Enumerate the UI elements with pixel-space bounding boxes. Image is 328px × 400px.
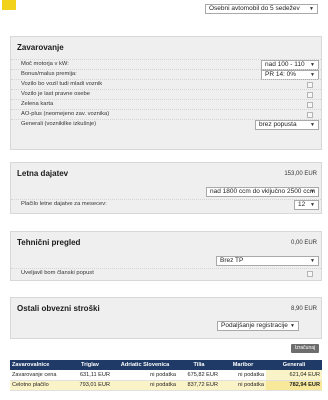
inspection-type-row: Brez TP ▼ <box>11 254 321 268</box>
engine-power-value: nad 100 - 110 <box>265 61 305 68</box>
green-card-label: Zelena karta <box>21 101 54 107</box>
monthly-payment-select[interactable]: 12 ▼ <box>294 200 319 210</box>
cell-tilia: 675,82 EUR <box>178 370 220 381</box>
cell-generali: 782,94 EUR <box>266 380 322 391</box>
row-label: Celotno plačilo <box>10 380 68 391</box>
comparison-table: Zavarovalnice Triglav Adriatic Slovenica… <box>10 360 322 391</box>
table-row: Zavarovanje cena 631,11 EUR ni podatka 6… <box>10 370 322 381</box>
technical-inspection-header: Tehnični pregled 0,00 EUR <box>11 232 321 254</box>
brand-mark <box>2 0 16 10</box>
bonus-malus-value: PR 14: 0% <box>265 71 297 78</box>
chevron-down-icon: ▼ <box>310 62 315 68</box>
green-card-row: Zelena karta <box>11 99 321 109</box>
other-costs-header: Ostali obvezni stroški 8,90 EUR <box>11 298 321 320</box>
vehicle-type-value: Osebni avtomobil do 5 sedežev <box>209 5 300 12</box>
chevron-down-icon: ▼ <box>310 122 315 128</box>
generali-discount-value: brez popusta <box>259 121 297 128</box>
annual-fee-panel: Letna dajatev 153,00 EUR nad 1800 ccm do… <box>10 162 322 214</box>
chevron-down-icon: ▼ <box>310 72 315 78</box>
bonus-malus-row: Bonus/malus premija: PR 14: 0% ▼ <box>11 69 321 80</box>
cell-adriatic: ni podatka <box>112 380 178 391</box>
column-header-tilia: Tilia <box>178 360 220 370</box>
ao-plus-checkbox[interactable] <box>307 112 313 118</box>
chevron-down-icon: ▼ <box>310 258 315 264</box>
engine-capacity-value: nad 1800 ccm do vključno 2500 ccm <box>210 188 316 195</box>
calculate-button[interactable]: Izračunaj <box>291 344 319 353</box>
generali-discount-select[interactable]: brez popusta ▼ <box>255 120 319 130</box>
comparison-header-row: Zavarovalnice Triglav Adriatic Slovenica… <box>10 360 322 370</box>
column-header-adriatic: Adriatic Slovenica <box>112 360 178 370</box>
column-header-triglav: Triglav <box>68 360 112 370</box>
cell-maribor: ni podatka <box>220 370 266 381</box>
chevron-down-icon: ▼ <box>290 323 295 329</box>
technical-inspection-title: Tehnični pregled <box>17 238 81 247</box>
insurance-header: Zavarovanje <box>11 37 321 59</box>
other-costs-title: Ostali obvezni stroški <box>17 304 100 313</box>
other-costs-amount: 8,90 EUR <box>290 306 317 312</box>
registration-value: Podaljšanje registracije <box>221 322 288 329</box>
young-driver-label: Vozilo bo vozil tudi mladi voznik <box>21 81 103 87</box>
member-discount-checkbox[interactable] <box>307 271 313 277</box>
engine-capacity-row: nad 1800 ccm do vključno 2500 ccm ▼ <box>11 185 321 199</box>
annual-fee-amount: 153,00 EUR <box>284 171 317 177</box>
engine-power-row: Moč motorja v kW: nad 100 - 110 ▼ <box>11 59 321 70</box>
legal-entity-checkbox[interactable] <box>307 92 313 98</box>
chevron-down-icon: ▼ <box>310 189 315 195</box>
inspection-type-value: Brez TP <box>220 257 244 264</box>
engine-power-label: Moč motorja v kW: <box>21 61 69 67</box>
monthly-payment-label: Plačilo letne dajatve za mesecev: <box>21 201 107 207</box>
technical-inspection-panel: Tehnični pregled 0,00 EUR Brez TP ▼ Uvel… <box>10 231 322 281</box>
vehicle-type-select[interactable]: Osebni avtomobil do 5 sedežev ▼ <box>205 4 318 14</box>
annual-fee-title: Letna dajatev <box>17 169 69 178</box>
insurance-panel: Zavarovanje Moč motorja v kW: nad 100 - … <box>10 36 322 150</box>
annual-fee-header: Letna dajatev 153,00 EUR <box>11 163 321 185</box>
cell-adriatic: ni podatka <box>112 370 178 381</box>
cell-tilia: 837,72 EUR <box>178 380 220 391</box>
cell-generali: 621,04 EUR <box>266 370 322 381</box>
monthly-payment-value: 12 <box>298 201 306 208</box>
green-card-checkbox[interactable] <box>307 102 313 108</box>
table-row: Celotno plačilo 793,01 EUR ni podatka 83… <box>10 380 322 391</box>
cell-triglav: 631,11 EUR <box>68 370 112 381</box>
generali-row: Generali (voznikilke izkušnje) brez popu… <box>11 119 321 130</box>
other-costs-panel: Ostali obvezni stroški 8,90 EUR Podaljša… <box>10 297 322 339</box>
young-driver-row: Vozilo bo vozil tudi mladi voznik <box>11 79 321 89</box>
cell-maribor: ni podatka <box>220 380 266 391</box>
engine-capacity-select[interactable]: nad 1800 ccm do vključno 2500 ccm ▼ <box>206 187 319 197</box>
chevron-down-icon: ▼ <box>309 6 314 12</box>
row-label: Zavarovanje cena <box>10 370 68 381</box>
legal-entity-row: Vozilo je last pravne osebe <box>11 89 321 99</box>
young-driver-checkbox[interactable] <box>307 82 313 88</box>
insurance-title: Zavarovanje <box>17 43 64 52</box>
member-discount-row: Uveljavil bom članski popust <box>11 268 321 278</box>
column-header-maribor: Maribor <box>220 360 266 370</box>
column-header-generali: Generali <box>266 360 322 370</box>
monthly-payment-row: Plačilo letne dajatve za mesecev: 12 ▼ <box>11 199 321 210</box>
chevron-down-icon: ▼ <box>310 202 315 208</box>
member-discount-label: Uveljavil bom članski popust <box>21 270 94 276</box>
registration-select[interactable]: Podaljšanje registracije ▼ <box>217 321 299 331</box>
cell-triglav: 793,01 EUR <box>68 380 112 391</box>
bonus-malus-label: Bonus/malus premija: <box>21 71 77 77</box>
technical-inspection-amount: 0,00 EUR <box>290 240 317 246</box>
ao-plus-label: AO-plus (neomejeno zav. voznika) <box>21 111 110 117</box>
legal-entity-label: Vozilo je last pravne osebe <box>21 91 90 97</box>
ao-plus-row: AO-plus (neomejeno zav. voznika) <box>11 109 321 119</box>
generali-label: Generali (voznikilke izkušnje) <box>21 121 97 127</box>
registration-row: Podaljšanje registracije ▼ <box>11 320 321 334</box>
inspection-type-select[interactable]: Brez TP ▼ <box>216 256 319 266</box>
column-header-insurers: Zavarovalnice <box>10 360 68 370</box>
